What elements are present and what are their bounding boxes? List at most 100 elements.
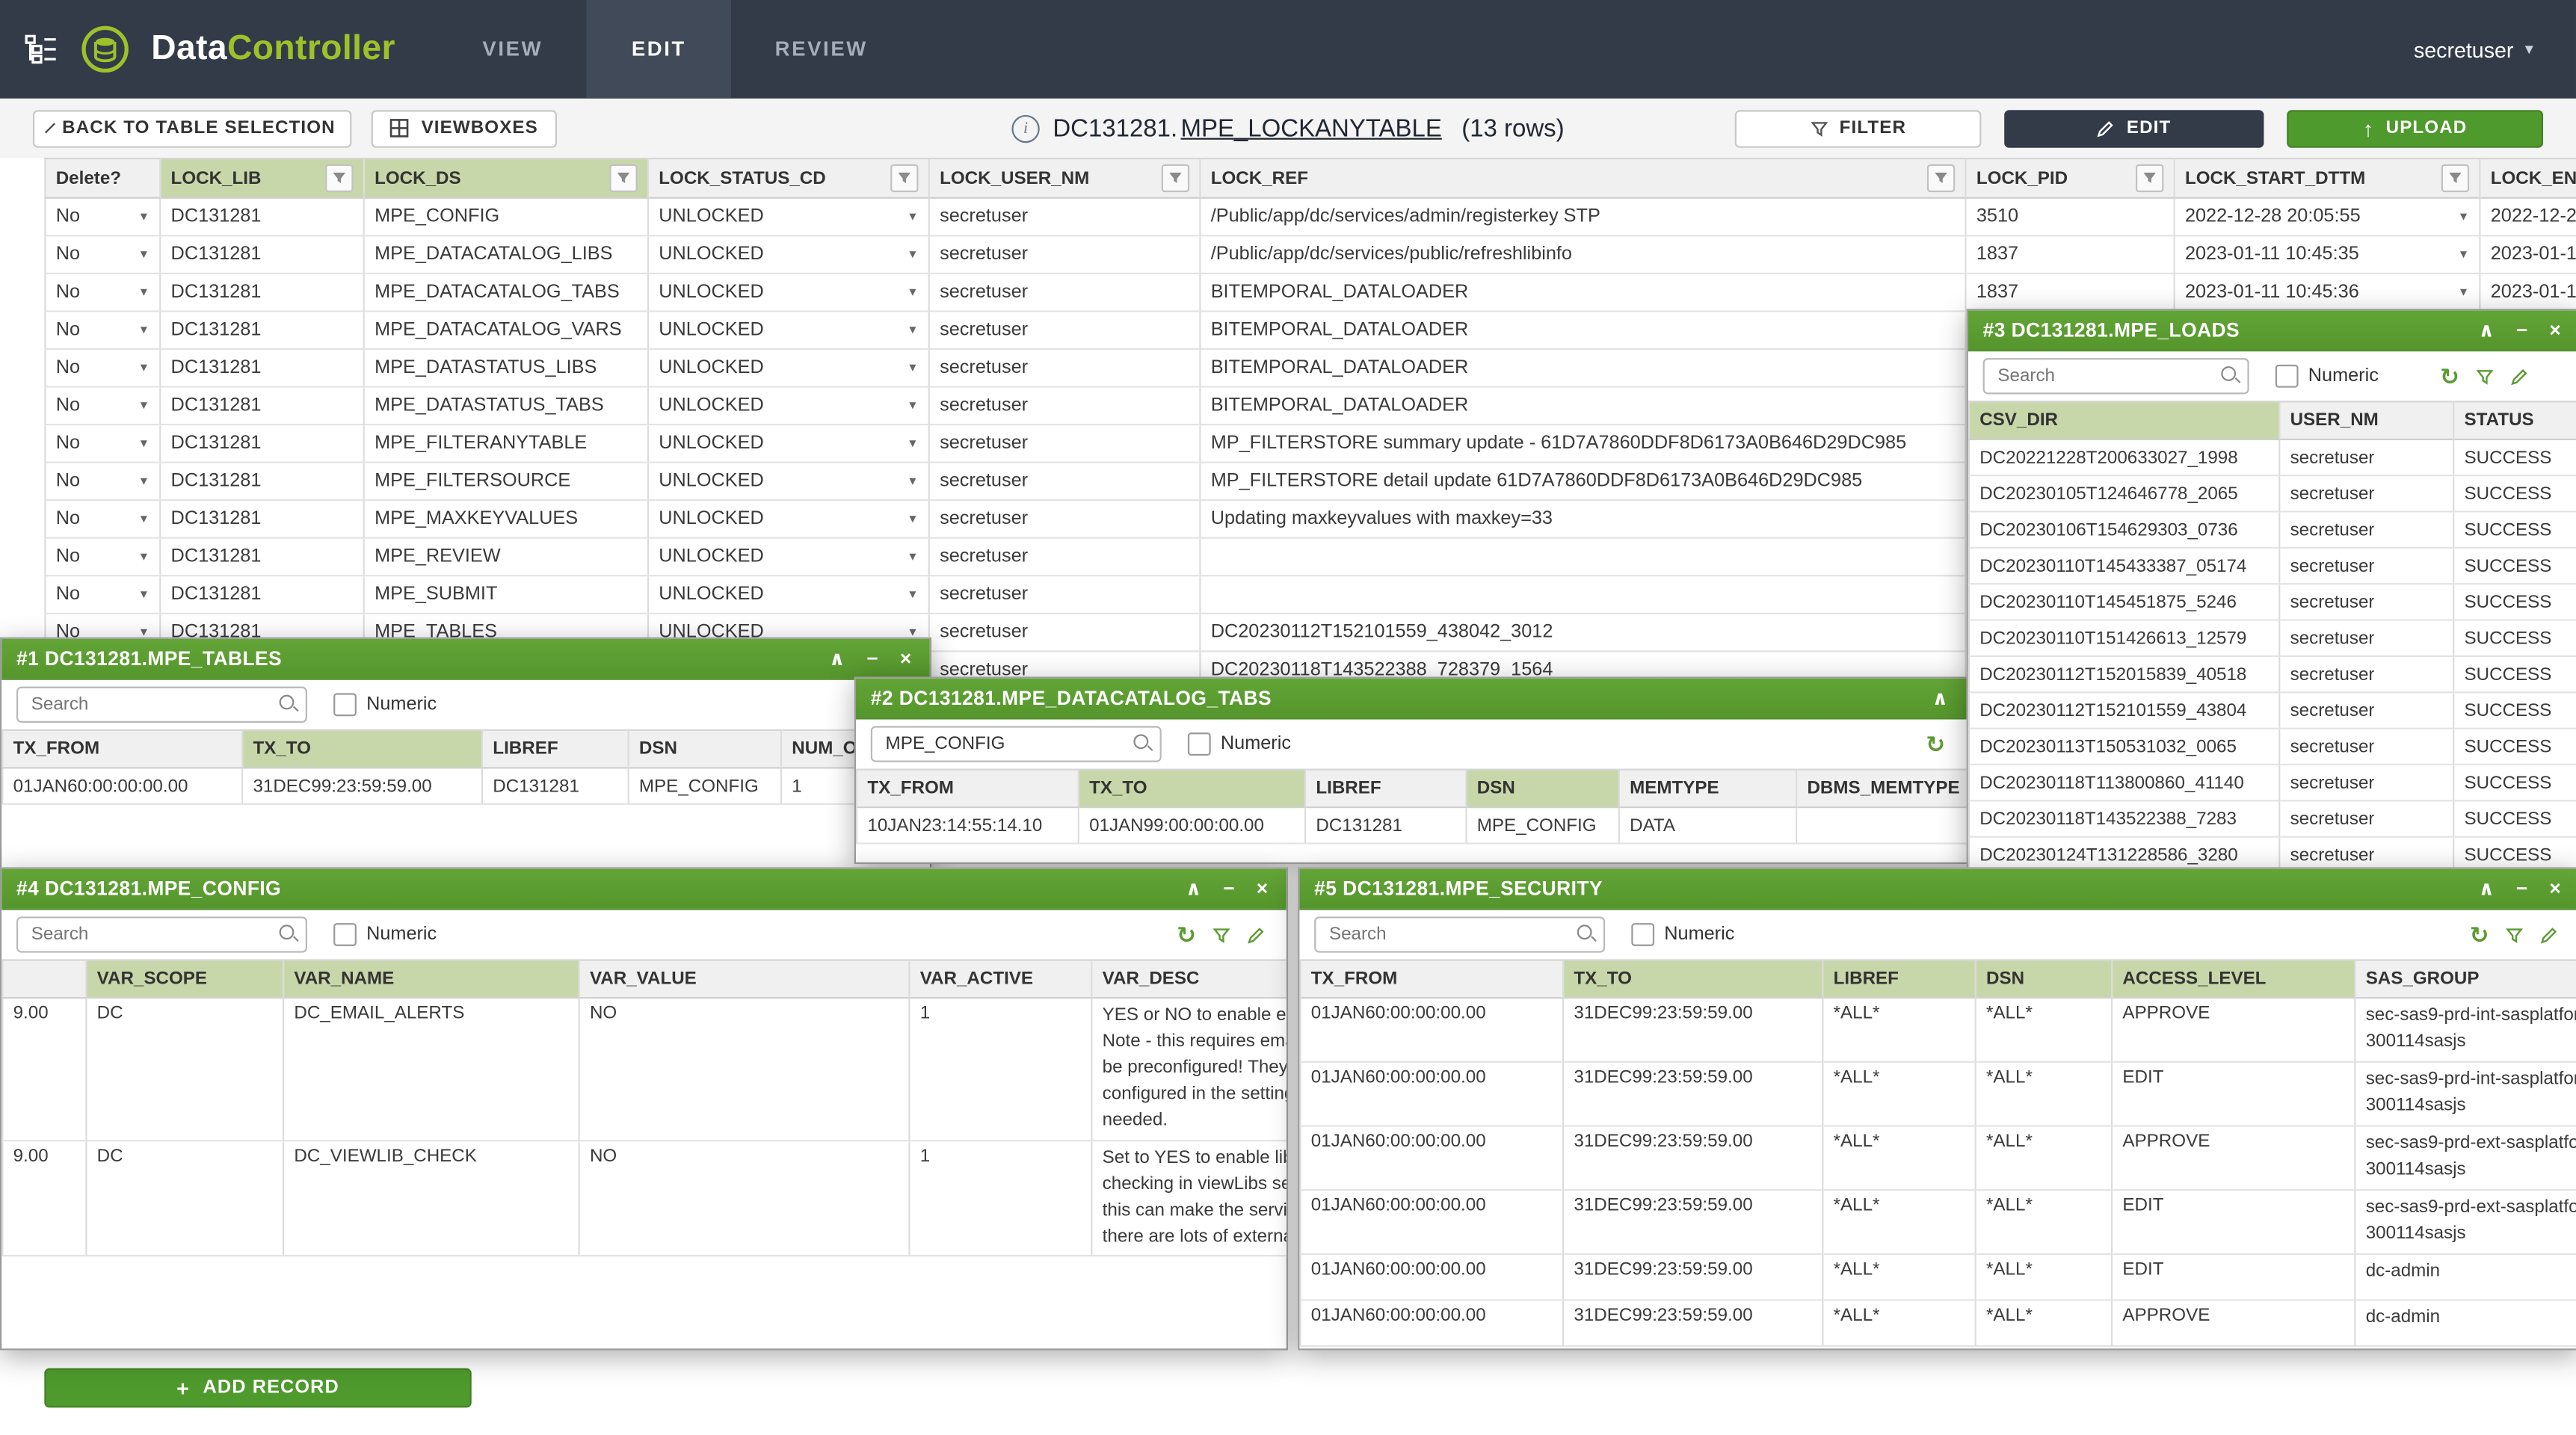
- table-row[interactable]: 10JAN23:14:55:14.1001JAN99:00:00:00.00DC…: [856, 808, 1967, 844]
- column-header[interactable]: TX_TO: [243, 729, 483, 769]
- table-cell[interactable]: UNLOCKED▼: [649, 425, 930, 463]
- table-cell[interactable]: SUCCESS: [2454, 693, 2576, 729]
- table-cell[interactable]: secretuser: [2280, 549, 2454, 584]
- column-filter-icon[interactable]: [1927, 164, 1955, 192]
- dropdown-caret-icon[interactable]: ▼: [907, 551, 918, 562]
- table-cell[interactable]: BITEMPORAL_DATALOADER: [1201, 274, 1967, 312]
- minimize-icon[interactable]: −: [866, 649, 878, 668]
- table-cell[interactable]: DC20230113T150531032_0065: [1968, 729, 2281, 765]
- table-row[interactable]: DC20230110T145433387_05174secretuserSUCC…: [1968, 549, 2576, 584]
- table-cell[interactable]: [1201, 539, 1967, 577]
- table-cell[interactable]: secretuser: [930, 274, 1201, 312]
- column-header[interactable]: VAR_VALUE: [580, 959, 910, 999]
- dropdown-caret-icon[interactable]: ▼: [138, 551, 150, 562]
- table-cell[interactable]: DC20230105T124646778_2065: [1968, 476, 2281, 512]
- table-cell[interactable]: UNLOCKED▼: [649, 236, 930, 274]
- filter-button[interactable]: FILTER: [1735, 109, 1982, 147]
- search-input[interactable]: [871, 726, 1162, 762]
- table-cell[interactable]: APPROVE: [2113, 1300, 2355, 1346]
- collapse-icon[interactable]: ∧: [829, 649, 845, 668]
- collapse-icon[interactable]: ∧: [1186, 879, 1202, 898]
- table-cell[interactable]: 2022-12-28 20:05:55▼: [2481, 199, 2576, 237]
- table-cell[interactable]: secretuser: [2280, 729, 2454, 765]
- table-cell[interactable]: sec-sas9-prd-ext-sasplatform-300114sasjs: [2356, 1126, 2576, 1190]
- table-cell[interactable]: 3510: [1967, 199, 2175, 237]
- table-cell[interactable]: MP_FILTERSTORE detail update 61D7A7860DD…: [1201, 463, 1967, 502]
- table-cell[interactable]: 31DEC99:23:59:59.00: [1564, 1300, 1823, 1346]
- pencil-icon[interactable]: [2510, 367, 2528, 385]
- table-cell[interactable]: DC131281: [161, 312, 365, 351]
- table-cell[interactable]: MPE_DATASTATUS_LIBS: [365, 350, 649, 388]
- table-cell[interactable]: 1: [910, 1141, 1093, 1257]
- table-cell[interactable]: UNLOCKED▼: [649, 576, 930, 614]
- table-cell[interactable]: DC131281: [161, 350, 365, 388]
- table-cell[interactable]: BITEMPORAL_DATALOADER: [1201, 350, 1967, 388]
- table-cell[interactable]: 31DEC99:23:59:59.00: [1564, 1191, 1823, 1254]
- search-input[interactable]: [1983, 358, 2249, 394]
- table-cell[interactable]: *ALL*: [1976, 1063, 2113, 1126]
- tab-edit[interactable]: EDIT: [588, 0, 731, 99]
- dropdown-caret-icon[interactable]: ▼: [907, 249, 918, 260]
- dropdown-caret-icon[interactable]: ▼: [907, 362, 918, 374]
- table-cell[interactable]: DC_EMAIL_ALERTS: [284, 999, 580, 1141]
- table-row[interactable]: 9.00DCDC_VIEWLIB_CHECKNO1Set to YES to e…: [1, 1141, 1287, 1257]
- column-header[interactable]: MEMTYPE: [1620, 769, 1797, 809]
- table-cell[interactable]: MPE_DATACATALOG_LIBS: [365, 236, 649, 274]
- table-cell[interactable]: 01JAN60:00:00:00.00: [1299, 1191, 1564, 1254]
- column-header[interactable]: LOCK_START_DTTM: [2175, 158, 2481, 199]
- table-row[interactable]: DC20221228T200633027_1998secretuserSUCCE…: [1968, 440, 2576, 476]
- table-cell[interactable]: SUCCESS: [2454, 729, 2576, 765]
- table-cell[interactable]: 1: [910, 999, 1093, 1141]
- dropdown-caret-icon[interactable]: ▼: [907, 400, 918, 411]
- table-cell[interactable]: dc-admin: [2356, 1254, 2576, 1300]
- table-row[interactable]: 9.00DCDC_EMAIL_ALERTSNO1YES or NO to ena…: [1, 999, 1287, 1141]
- table-row[interactable]: DC20230112T152015839_40518secretuserSUCC…: [1968, 657, 2576, 693]
- table-cell[interactable]: 01JAN60:00:00:00.00: [1299, 1254, 1564, 1300]
- edit-button[interactable]: EDIT: [2004, 109, 2264, 147]
- table-row[interactable]: No▼DC131281MPE_DATACATALOG_TABSUNLOCKED▼…: [44, 274, 2576, 312]
- table-row[interactable]: DC20230105T124646778_2065secretuserSUCCE…: [1968, 476, 2576, 512]
- table-cell[interactable]: DC131281: [161, 236, 365, 274]
- column-filter-icon[interactable]: [2136, 164, 2163, 192]
- table-row[interactable]: No▼DC131281MPE_DATACATALOG_LIBSUNLOCKED▼…: [44, 236, 2576, 274]
- table-cell[interactable]: 31DEC99:23:59:59.00: [1564, 1126, 1823, 1190]
- table-cell[interactable]: UNLOCKED▼: [649, 463, 930, 502]
- table-row[interactable]: 01JAN60:00:00:00.0031DEC99:23:59:59.00*A…: [1299, 1254, 2576, 1300]
- table-cell[interactable]: NO: [580, 1141, 910, 1257]
- funnel-icon[interactable]: [2505, 925, 2523, 943]
- table-cell[interactable]: *ALL*: [1823, 1300, 1976, 1346]
- table-cell[interactable]: 31DEC99:23:59:59.00: [243, 769, 483, 805]
- back-to-table-selection-button[interactable]: BACK TO TABLE SELECTION: [33, 109, 351, 147]
- column-header[interactable]: LIBREF: [1306, 769, 1467, 809]
- user-menu[interactable]: secretuser ▾: [2414, 0, 2576, 99]
- tab-view[interactable]: VIEW: [438, 0, 587, 99]
- table-cell[interactable]: DC20230112T152015839_40518: [1968, 657, 2281, 693]
- table-row[interactable]: No▼DC131281MPE_CONFIGUNLOCKED▼secretuser…: [44, 199, 2576, 237]
- table-cell[interactable]: SUCCESS: [2454, 440, 2576, 476]
- table-cell[interactable]: DC131281: [161, 463, 365, 502]
- table-cell[interactable]: 01JAN60:00:00:00.00: [1299, 1300, 1564, 1346]
- table-cell[interactable]: SUCCESS: [2454, 657, 2576, 693]
- table-cell[interactable]: MPE_REVIEW: [365, 539, 649, 577]
- table-cell[interactable]: 01JAN60:00:00:00.00: [1, 769, 243, 805]
- dropdown-caret-icon[interactable]: ▼: [907, 211, 918, 222]
- table-cell[interactable]: secretuser: [930, 501, 1201, 539]
- checkbox-box[interactable]: [2275, 365, 2299, 388]
- table-cell[interactable]: No▼: [44, 501, 161, 539]
- table-row[interactable]: DC20230106T154629303_0736secretuserSUCCE…: [1968, 513, 2576, 549]
- column-header[interactable]: [1, 959, 87, 999]
- table-cell[interactable]: DC131281: [161, 501, 365, 539]
- table-cell[interactable]: SUCCESS: [2454, 801, 2576, 837]
- table-cell[interactable]: 9.00: [1, 1141, 87, 1257]
- table-cell[interactable]: DC131281: [161, 388, 365, 426]
- pencil-icon[interactable]: [2540, 925, 2558, 943]
- table-cell[interactable]: DC131281: [1306, 808, 1467, 844]
- column-header[interactable]: CSV_DIR: [1968, 401, 2281, 440]
- dropdown-caret-icon[interactable]: ▼: [907, 626, 918, 638]
- table-cell[interactable]: BITEMPORAL_DATALOADER: [1201, 388, 1967, 426]
- table-cell[interactable]: SUCCESS: [2454, 513, 2576, 549]
- table-cell[interactable]: secretuser: [2280, 693, 2454, 729]
- table-cell[interactable]: DATA: [1620, 808, 1797, 844]
- table-row[interactable]: 01JAN60:00:00:00.0031DEC99:23:59:59.00*A…: [1299, 1191, 2576, 1254]
- table-cell[interactable]: UNLOCKED▼: [649, 350, 930, 388]
